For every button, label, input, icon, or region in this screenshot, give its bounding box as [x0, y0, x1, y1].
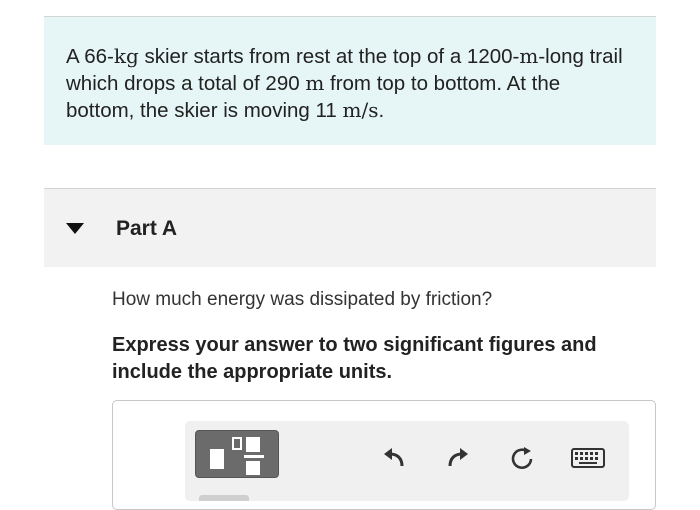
redo-icon[interactable]: [445, 445, 471, 471]
collapse-caret-icon[interactable]: [66, 223, 84, 234]
answer-instructions: Express your answer to two significant f…: [112, 334, 597, 383]
reset-icon[interactable]: [509, 445, 535, 471]
problem-text-1: A 66-: [66, 45, 114, 68]
templates-icon[interactable]: [195, 430, 279, 478]
part-a-header[interactable]: Part A: [44, 189, 656, 267]
undo-icon[interactable]: [381, 445, 407, 471]
problem-text-2: skier starts from rest at the top of a 1…: [138, 45, 520, 68]
question-text: How much energy was dissipated by fricti…: [112, 289, 493, 310]
unit-kg: kg: [113, 44, 139, 68]
keyboard-icon[interactable]: [571, 445, 605, 471]
problem-statement: A 66-kg skier starts from rest at the to…: [44, 17, 656, 145]
unit-m-per-s: m/s: [342, 98, 379, 122]
math-toolbar: [185, 421, 629, 501]
unit-m: m: [519, 44, 539, 68]
unit-m: m: [305, 71, 325, 95]
answer-panel: [112, 400, 656, 510]
part-title: Part A: [116, 217, 178, 240]
problem-text-5: .: [378, 99, 385, 122]
